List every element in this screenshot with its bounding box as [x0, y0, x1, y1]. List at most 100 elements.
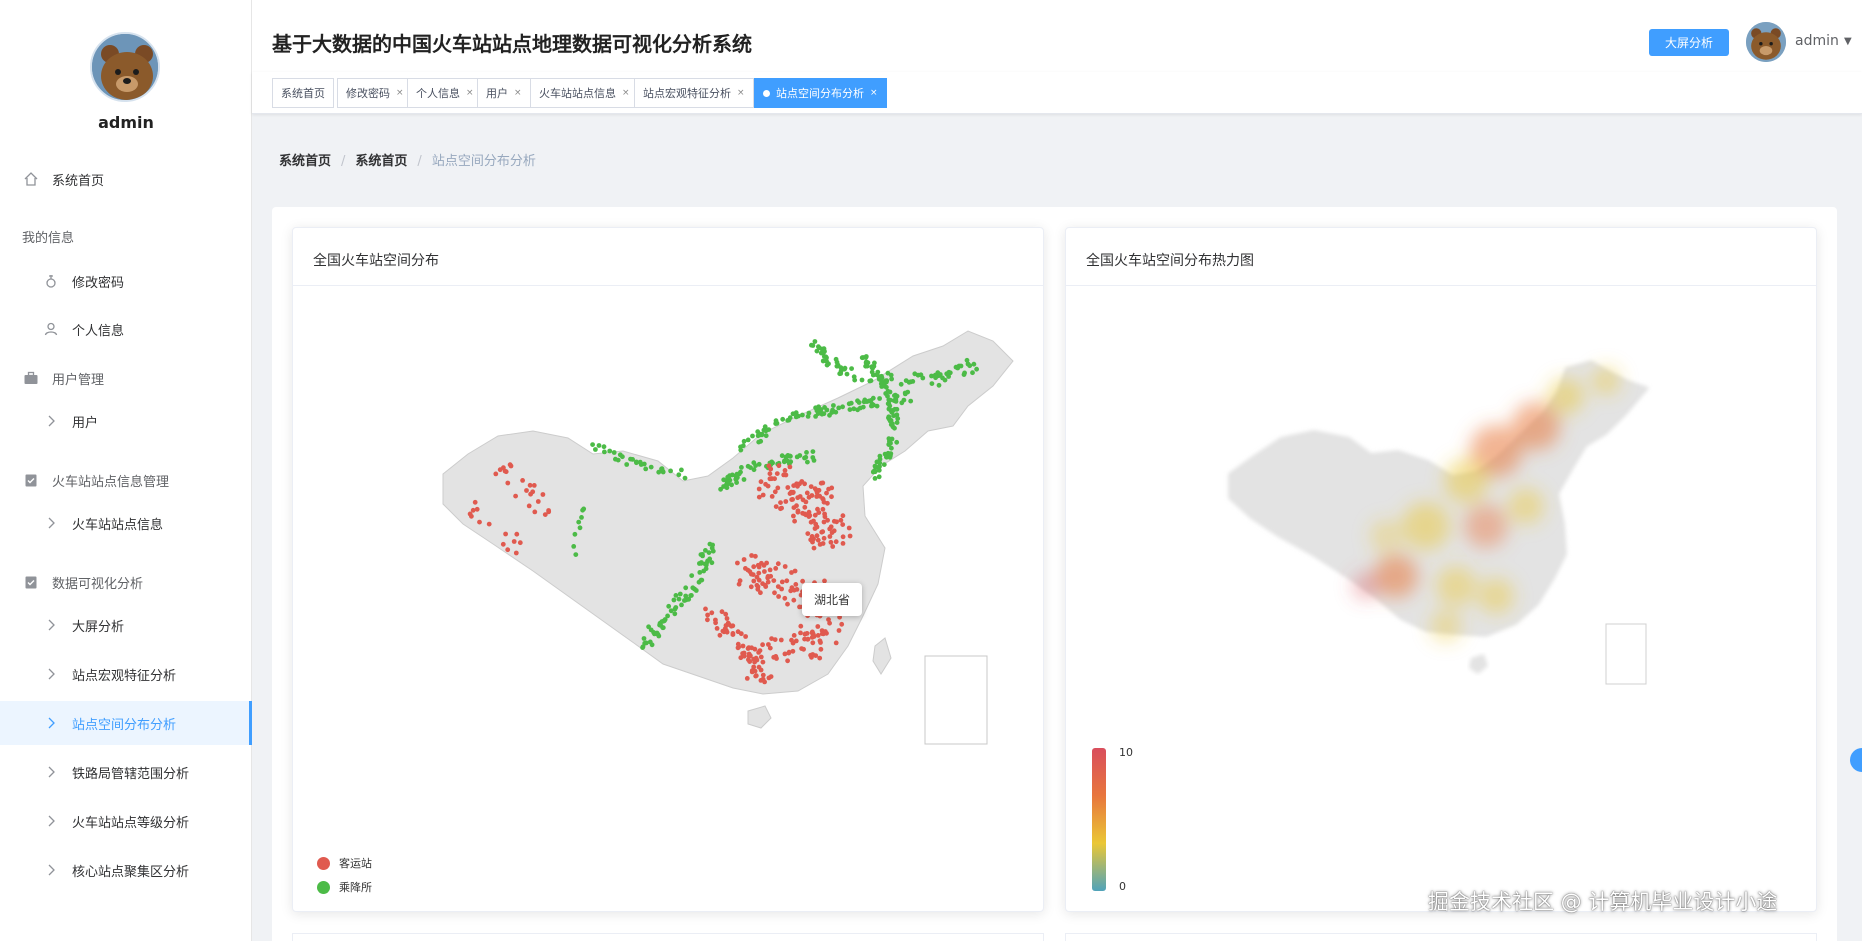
station-point	[611, 450, 617, 455]
station-point	[829, 494, 834, 500]
sidebar-item-6[interactable]: 用户	[0, 399, 252, 443]
close-icon[interactable]: ×	[514, 88, 522, 98]
hainan-island-shape	[1469, 654, 1488, 674]
station-point	[746, 651, 752, 657]
sidebar-item-15[interactable]: 核心站点聚集区分析	[0, 848, 252, 892]
legend-item[interactable]: 乘降所	[317, 879, 372, 895]
scatter-map-chart[interactable]	[293, 286, 1045, 913]
station-point	[778, 500, 783, 505]
station-point	[902, 391, 908, 397]
close-icon[interactable]: ×	[737, 88, 745, 98]
station-point	[869, 369, 875, 375]
station-point	[751, 467, 757, 473]
chevron-right-icon	[42, 514, 60, 532]
tab-3[interactable]: 个人信息 ×	[407, 78, 483, 108]
station-point	[798, 623, 804, 629]
breadcrumb-item[interactable]: 系统首页	[355, 150, 407, 169]
station-point	[805, 459, 810, 465]
sidebar-item-14[interactable]: 火车站站点等级分析	[0, 799, 252, 843]
sidebar-item-3[interactable]: 修改密码	[0, 259, 252, 303]
station-point	[755, 586, 761, 592]
briefcase-icon	[22, 369, 40, 387]
heat-map-title: 全国火车站空间分布热力图	[1086, 253, 1254, 269]
lower-card	[292, 933, 1044, 941]
station-point	[524, 488, 529, 493]
sidebar-item-5[interactable]: 用户管理	[0, 356, 252, 400]
sidebar-item-10[interactable]: 大屏分析	[0, 603, 252, 647]
active-dot-icon	[763, 89, 770, 97]
heat-blob	[1430, 610, 1462, 642]
big-screen-button[interactable]: 大屏分析	[1649, 29, 1729, 56]
sidebar-item-label: 我的信息	[22, 230, 75, 246]
station-point	[719, 609, 725, 615]
station-point	[638, 462, 644, 467]
station-point	[824, 407, 830, 413]
station-point	[838, 517, 844, 523]
tab-1[interactable]: 系统首页	[272, 78, 334, 108]
station-point	[713, 617, 718, 623]
station-point	[699, 577, 705, 583]
settings-handle-icon[interactable]	[1850, 748, 1862, 772]
station-point	[970, 370, 975, 376]
station-point	[739, 465, 744, 470]
station-point	[820, 496, 825, 501]
station-point	[697, 561, 702, 566]
heat-map-chart[interactable]	[1066, 286, 1818, 913]
caret-down-icon[interactable]: ▼	[1844, 36, 1852, 47]
heat-map-card: 全国火车站空间分布热力图 10 0	[1065, 227, 1817, 912]
station-point	[735, 645, 741, 651]
tab-6[interactable]: 站点宏观特征分析 ×	[634, 78, 754, 108]
station-point	[936, 382, 942, 388]
sidebar-item-7[interactable]: 火车站站点信息管理	[0, 458, 252, 502]
tab-2[interactable]: 修改密码 ×	[337, 78, 413, 108]
station-point	[804, 631, 810, 636]
station-point	[824, 355, 829, 361]
heat-blob	[1402, 502, 1450, 550]
breadcrumb-separator: /	[417, 154, 422, 169]
sidebar-item-12[interactable]: 站点空间分布分析	[0, 701, 252, 745]
close-icon[interactable]: ×	[870, 88, 878, 98]
tab-4[interactable]: 用户 ×	[477, 78, 531, 108]
station-point	[881, 462, 887, 467]
station-point	[942, 377, 948, 383]
station-point	[806, 509, 812, 515]
close-icon[interactable]: ×	[396, 88, 404, 98]
station-point	[703, 548, 708, 553]
close-icon[interactable]: ×	[466, 88, 474, 98]
station-point	[763, 433, 769, 439]
sidebar-item-2[interactable]: 我的信息	[0, 214, 252, 258]
tab-5[interactable]: 火车站站点信息 ×	[530, 78, 639, 108]
legend-item[interactable]: 客运站	[317, 855, 372, 871]
station-point	[689, 593, 694, 598]
station-point	[784, 578, 790, 584]
header-avatar[interactable]	[1746, 22, 1786, 62]
station-point	[849, 366, 854, 371]
sidebar-item-4[interactable]: 个人信息	[0, 307, 252, 351]
sidebar-item-9[interactable]: 数据可视化分析	[0, 560, 252, 604]
station-point	[766, 642, 771, 647]
sidebar-item-13[interactable]: 铁路局管辖范围分析	[0, 750, 252, 794]
station-point	[679, 467, 684, 473]
station-point	[891, 398, 897, 403]
close-icon[interactable]: ×	[622, 88, 630, 98]
station-point	[665, 613, 670, 619]
sidebar-item-8[interactable]: 火车站站点信息	[0, 501, 252, 545]
sidebar-item-label: 修改密码	[72, 275, 125, 291]
station-point	[751, 564, 757, 570]
sidebar-item-label: 用户	[72, 415, 99, 431]
station-point	[809, 534, 815, 539]
sidebar-item-1[interactable]: 系统首页	[0, 157, 252, 201]
header-username[interactable]: admin	[1795, 33, 1839, 49]
station-point	[766, 675, 772, 681]
station-point	[894, 439, 900, 445]
sidebar-item-label: 站点宏观特征分析	[72, 668, 177, 684]
station-point	[785, 485, 791, 490]
station-point	[812, 339, 818, 344]
station-point	[783, 499, 789, 504]
sidebar-item-11[interactable]: 站点宏观特征分析	[0, 652, 252, 696]
station-point	[803, 454, 809, 460]
bear-avatar-icon	[92, 34, 158, 100]
tab-7[interactable]: 站点空间分布分析 ×	[754, 78, 887, 108]
breadcrumb-item[interactable]: 系统首页	[279, 150, 331, 169]
visual-map-gradient-bar[interactable]	[1092, 748, 1106, 891]
